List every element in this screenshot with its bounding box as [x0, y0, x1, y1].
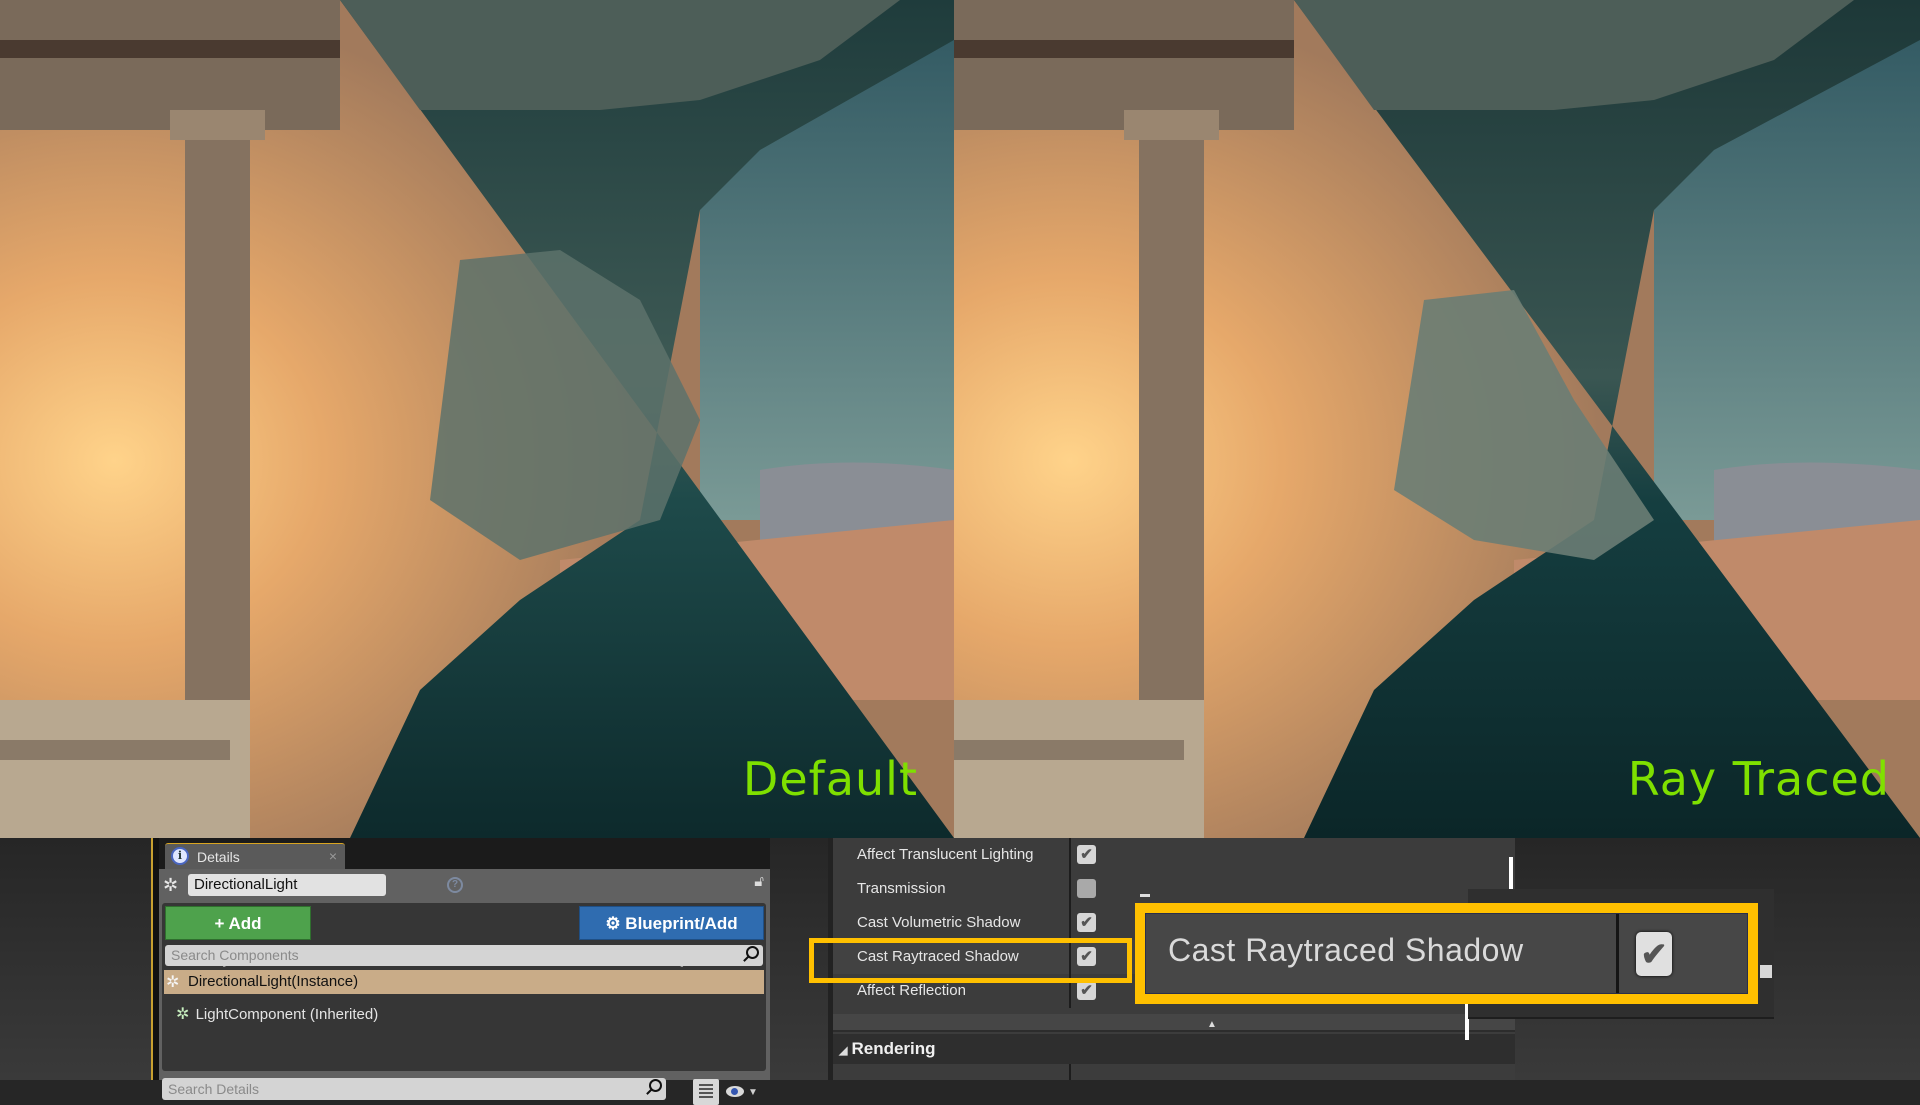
- directional-light-icon: ✲: [166, 974, 180, 991]
- eye-icon: [726, 1086, 744, 1097]
- column-divider: [1069, 872, 1071, 906]
- column-divider: [1616, 914, 1619, 993]
- visibility-options-button[interactable]: ▼: [726, 1084, 762, 1100]
- scroll-handle[interactable]: [1760, 965, 1772, 978]
- row-highlight-box: [809, 938, 1132, 983]
- affect-reflection-checkbox[interactable]: ✔: [1077, 981, 1096, 1000]
- default-label: Default: [742, 752, 918, 806]
- search-details-input[interactable]: Search Details: [162, 1078, 666, 1104]
- cast-volumetric-shadow-checkbox[interactable]: ✔: [1077, 913, 1096, 932]
- callout-cast-raytraced-shadow: Cast Raytraced Shadow ✔: [1135, 903, 1758, 1004]
- property-row-affect-translucent-lighting: Affect Translucent Lighting ✔: [833, 838, 1515, 872]
- panel-divider-accent: [151, 838, 153, 1080]
- marker-line: [1509, 857, 1513, 891]
- property-matrix-button[interactable]: [693, 1079, 719, 1105]
- blueprint-add-script-button[interactable]: ⚙ Blueprint/Add Script: [579, 906, 764, 967]
- property-label: Cast Volumetric Shadow: [857, 914, 1021, 931]
- help-icon[interactable]: ?: [447, 877, 463, 893]
- search-icon: [649, 1079, 662, 1092]
- marker-tick: [1140, 894, 1150, 897]
- info-magnifier-icon: i: [171, 847, 189, 865]
- chevron-down-icon: ▼: [748, 1087, 758, 1098]
- close-tab-icon[interactable]: ×: [329, 848, 337, 864]
- tab-details[interactable]: i Details ×: [165, 843, 345, 870]
- component-item[interactable]: ✲ LightComponent (Inherited): [176, 1003, 378, 1027]
- add-component-button[interactable]: + Add Component ▾: [165, 906, 311, 967]
- details-panel: i Details × ✲ ? 🔓︎ + Add Component ▾ ⚙ B…: [159, 838, 770, 1105]
- components-area: + Add Component ▾ ⚙ Blueprint/Add Script…: [162, 903, 766, 1071]
- actor-name-input[interactable]: [188, 874, 386, 896]
- callout-checkbox[interactable]: ✔: [1636, 932, 1672, 976]
- callout-inner: Cast Raytraced Shadow ✔: [1145, 913, 1748, 994]
- search-details-field[interactable]: Search Details: [162, 1078, 666, 1100]
- search-components-input[interactable]: Search Components: [165, 945, 763, 966]
- property-label: Affect Reflection: [857, 982, 966, 999]
- light-component-icon: ✲: [176, 1006, 190, 1023]
- property-label: Affect Translucent Lighting: [857, 846, 1034, 863]
- component-label: LightComponent (Inherited): [195, 1006, 379, 1023]
- details-body: ✲ ? 🔓︎ + Add Component ▾ ⚙ Blueprint/Add…: [159, 869, 770, 1105]
- component-item-selected[interactable]: ✲ DirectionalLight(Instance): [164, 970, 764, 994]
- scene-raytraced-render: Ray Traced: [954, 0, 1920, 838]
- section-title: Rendering: [851, 1039, 936, 1058]
- component-label: DirectionalLight(Instance): [188, 973, 359, 990]
- expand-arrow-icon[interactable]: ▲: [1207, 1020, 1217, 1030]
- property-label: Transmission: [857, 880, 946, 897]
- collapse-triangle-icon: ◢: [839, 1045, 848, 1057]
- column-divider: [1069, 906, 1071, 940]
- advanced-expander[interactable]: [833, 1014, 1515, 1032]
- scene-default-render: Default: [0, 0, 954, 838]
- search-icon: [746, 946, 759, 959]
- column-divider: [1069, 838, 1071, 872]
- unlock-icon[interactable]: 🔓︎: [754, 873, 764, 890]
- search-components-placeholder: Search Components: [171, 947, 299, 963]
- section-rendering[interactable]: ◢ Rendering: [833, 1034, 1515, 1064]
- affect-translucent-lighting-checkbox[interactable]: ✔: [1077, 845, 1096, 864]
- transmission-checkbox[interactable]: [1077, 879, 1096, 898]
- property-row-transmission: Transmission: [833, 872, 1515, 906]
- column-divider: [1069, 1064, 1071, 1080]
- search-details-placeholder: Search Details: [168, 1081, 260, 1097]
- raytraced-render-image: [954, 0, 1920, 838]
- tab-details-label: Details: [197, 849, 240, 865]
- raytraced-label: Ray Traced: [1627, 752, 1890, 806]
- callout-label: Cast Raytraced Shadow: [1168, 932, 1524, 968]
- directional-light-icon: ✲: [163, 875, 179, 895]
- property-row-partial: [833, 1064, 1515, 1080]
- default-render-image: [0, 0, 954, 838]
